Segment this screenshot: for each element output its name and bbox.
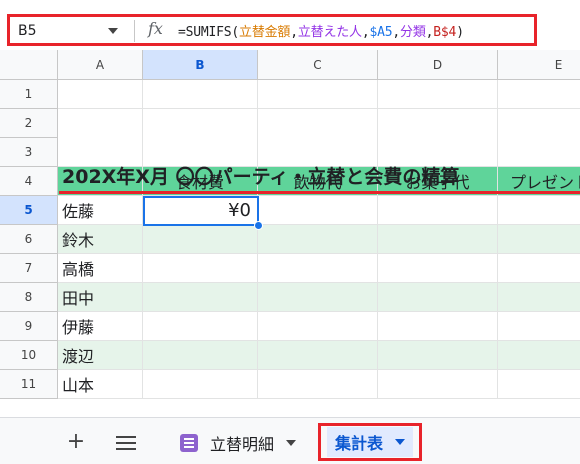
chevron-down-icon[interactable]: [395, 439, 405, 445]
sheet-tab-tatekae-meisai[interactable]: 立替明細: [172, 428, 304, 458]
column-header-b[interactable]: B: [143, 50, 258, 80]
formula-token: $A5: [369, 25, 393, 40]
cell-b8[interactable]: [143, 283, 258, 312]
cell-c5[interactable]: [258, 196, 378, 225]
cell-a2[interactable]: [58, 109, 143, 138]
row-header-9[interactable]: 9: [0, 312, 58, 341]
form-icon: [180, 434, 198, 452]
cell-e9[interactable]: [498, 312, 580, 341]
row-header-2[interactable]: 2: [0, 109, 58, 138]
sheet-tab-bar: + 立替明細 集計表: [0, 417, 580, 464]
cell-e10[interactable]: [498, 341, 580, 370]
cell-d2[interactable]: [378, 109, 498, 138]
column-header-a[interactable]: A: [58, 50, 143, 80]
cell-b2[interactable]: [143, 109, 258, 138]
active-cell-border: [143, 196, 259, 226]
cell-d8[interactable]: [378, 283, 498, 312]
name-box-value[interactable]: B5: [12, 23, 37, 39]
sheet-tab-label[interactable]: 集計表: [335, 430, 383, 454]
cell-d1[interactable]: [378, 80, 498, 109]
formula-token: 分類: [400, 25, 426, 40]
row-header-1[interactable]: 1: [0, 80, 58, 109]
title-highlight-underline: [59, 191, 580, 194]
cell-c7[interactable]: [258, 254, 378, 283]
formula-token: 立替えた人: [297, 25, 362, 40]
sheet-tab-shukeihyo[interactable]: 集計表: [318, 423, 422, 461]
cell-c2[interactable]: [258, 109, 378, 138]
cell-e7[interactable]: [498, 254, 580, 283]
chevron-down-icon[interactable]: [108, 28, 118, 34]
cell-b7[interactable]: [143, 254, 258, 283]
formula-token: 立替金額: [239, 25, 291, 40]
cell-d6[interactable]: [378, 225, 498, 254]
fill-handle[interactable]: [254, 221, 263, 230]
fx-icon: fx: [148, 19, 163, 38]
person-name[interactable]: 高橋: [58, 254, 143, 283]
row-header-3[interactable]: 3: [0, 138, 58, 167]
cell-c11[interactable]: [258, 370, 378, 399]
cell-c6[interactable]: [258, 225, 378, 254]
cell-d10[interactable]: [378, 341, 498, 370]
cell-e3[interactable]: [498, 138, 580, 167]
cell-e2[interactable]: [498, 109, 580, 138]
all-sheets-menu-icon[interactable]: [116, 436, 136, 450]
formula-bar: B5 fx =SUMIFS(立替金額,立替えた人,$A5,分類,B$4): [0, 0, 580, 50]
sheet-title[interactable]: 202X年X月 〇〇パーティ・立替と会費の精算: [59, 159, 459, 191]
row-header-8[interactable]: 8: [0, 283, 58, 312]
cell-c9[interactable]: [258, 312, 378, 341]
spreadsheet-grid: ABCDE 1234567891011 食材費飲物代お菓子代プレゼント佐藤¥0鈴…: [0, 50, 580, 414]
row-header-5[interactable]: 5: [0, 196, 58, 225]
person-name[interactable]: 佐藤: [58, 196, 143, 225]
cell-b10[interactable]: [143, 341, 258, 370]
column-header-c[interactable]: C: [258, 50, 378, 80]
formula-token: ,: [361, 25, 370, 40]
person-name[interactable]: 渡辺: [58, 341, 143, 370]
sheet-tab-label[interactable]: 立替明細: [210, 431, 274, 455]
column-header-d[interactable]: D: [378, 50, 498, 80]
formula-token: =SUMIFS(: [178, 25, 240, 40]
person-name[interactable]: 田中: [58, 283, 143, 312]
select-all-corner[interactable]: [0, 50, 58, 80]
row-header-4[interactable]: 4: [0, 167, 58, 196]
row-header-7[interactable]: 7: [0, 254, 58, 283]
cell-b6[interactable]: [143, 225, 258, 254]
row-header-10[interactable]: 10: [0, 341, 58, 370]
cell-c1[interactable]: [258, 80, 378, 109]
formula-token: B$4: [433, 25, 457, 40]
person-name[interactable]: 鈴木: [58, 225, 143, 254]
cell-d7[interactable]: [378, 254, 498, 283]
formula-input[interactable]: =SUMIFS(立替金額,立替えた人,$A5,分類,B$4): [178, 21, 464, 40]
formula-token: ,: [392, 25, 401, 40]
cell-b9[interactable]: [143, 312, 258, 341]
row-header-11[interactable]: 11: [0, 370, 58, 399]
cell-d9[interactable]: [378, 312, 498, 341]
chevron-down-icon[interactable]: [286, 440, 297, 446]
formula-bar-divider: [134, 20, 135, 42]
row-header-6[interactable]: 6: [0, 225, 58, 254]
cell-b1[interactable]: [143, 80, 258, 109]
cell-e8[interactable]: [498, 283, 580, 312]
cell-a1[interactable]: [58, 80, 143, 109]
cell-d11[interactable]: [378, 370, 498, 399]
column-header-e[interactable]: E: [498, 50, 580, 80]
cell-c10[interactable]: [258, 341, 378, 370]
cell-e6[interactable]: [498, 225, 580, 254]
person-name[interactable]: 山本: [58, 370, 143, 399]
cell-d5[interactable]: [378, 196, 498, 225]
cell-b11[interactable]: [143, 370, 258, 399]
cell-e5[interactable]: [498, 196, 580, 225]
formula-token: ,: [290, 25, 298, 40]
add-sheet-button[interactable]: +: [64, 431, 88, 453]
cell-c8[interactable]: [258, 283, 378, 312]
cell-e1[interactable]: [498, 80, 580, 109]
formula-token: ): [456, 25, 464, 40]
person-name[interactable]: 伊藤: [58, 312, 143, 341]
name-box[interactable]: B5: [12, 19, 132, 43]
cell-e11[interactable]: [498, 370, 580, 399]
